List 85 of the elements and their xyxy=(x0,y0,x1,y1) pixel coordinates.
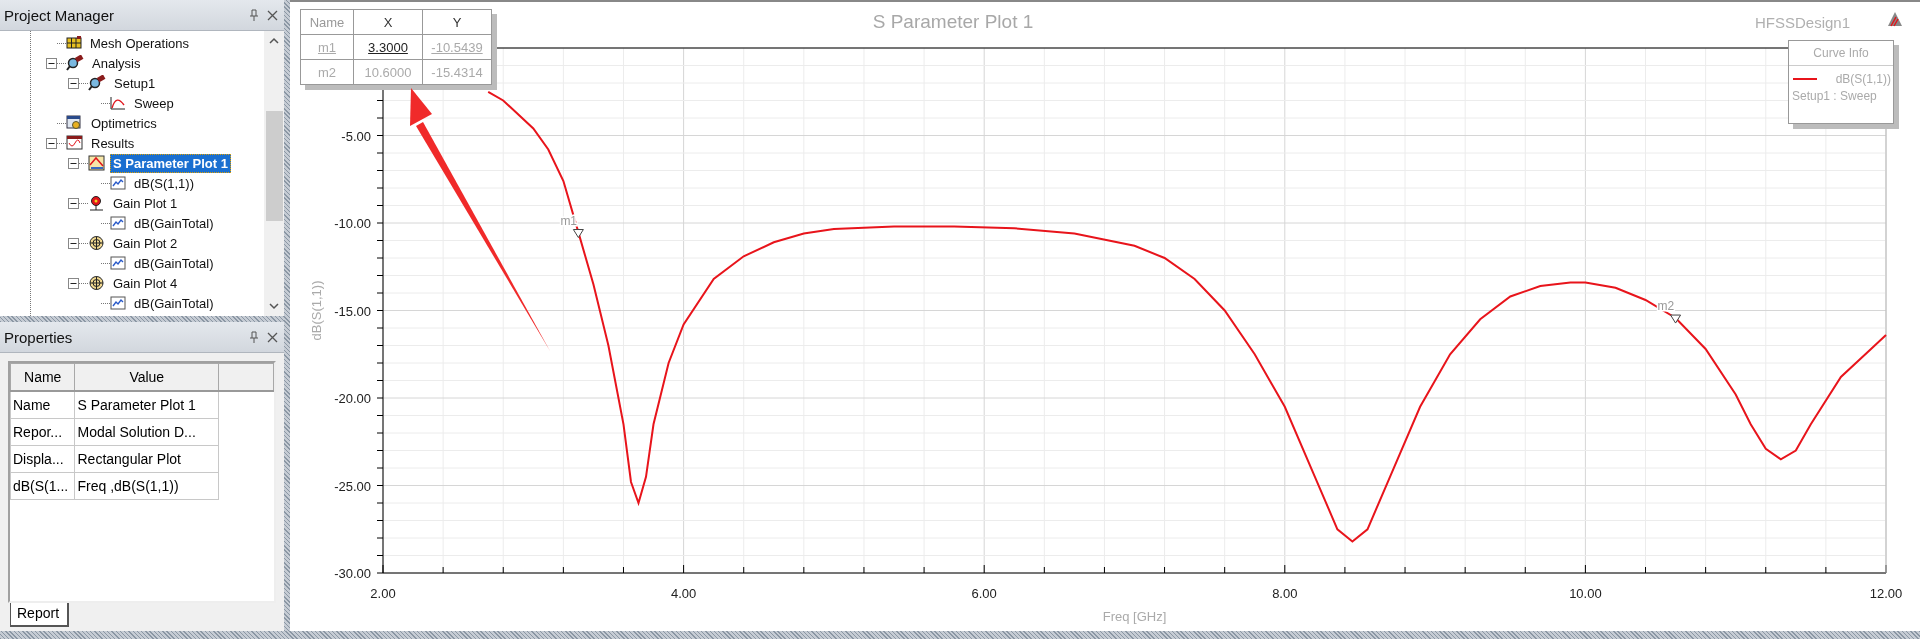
tick-label: -15.00 xyxy=(334,303,371,319)
table-cell: Name xyxy=(10,391,75,419)
tick-label: 2.00 xyxy=(370,586,396,601)
tick-label: 6.00 xyxy=(971,586,997,601)
panel-title: Properties xyxy=(4,328,74,346)
polar-grid-icon xyxy=(88,235,105,251)
marker-label: m2 xyxy=(1657,299,1675,314)
column-header[interactable]: Value xyxy=(75,363,219,391)
tree-item[interactable]: dB(GainTotal) xyxy=(131,213,217,233)
legend-title: Curve Info xyxy=(1789,41,1893,66)
tree-item[interactable]: Sweep xyxy=(131,93,177,113)
tick-label: -20.00 xyxy=(334,391,371,406)
table-cell: Repor... xyxy=(10,418,75,446)
design-name: HFSSDesign1 xyxy=(1754,14,1850,31)
collapse-icon[interactable] xyxy=(68,197,79,209)
tree-item[interactable]: Optimetrics xyxy=(88,113,160,133)
logo-icon xyxy=(1888,12,1902,27)
column-header[interactable]: Name xyxy=(10,363,75,391)
table-cell: 3.3000 xyxy=(353,34,423,60)
tick-label: -10.00 xyxy=(334,216,371,231)
tree-item[interactable]: Mesh Operations xyxy=(87,33,192,53)
table-cell: -15.4314 xyxy=(422,59,492,85)
marker-icon[interactable] xyxy=(1670,314,1682,324)
polar-grid-icon xyxy=(88,275,105,291)
tick-label: -25.00 xyxy=(334,478,371,494)
axis-title: dB(S(1,1)) xyxy=(309,280,324,341)
window-gear-icon xyxy=(66,115,83,131)
plot-icon xyxy=(88,155,105,171)
chart-title: S Parameter Plot 1 xyxy=(872,11,1034,32)
table-cell: Freq ,dB(S(1,1)) xyxy=(75,472,219,500)
legend-label: dB(S(1,1)) xyxy=(1835,72,1891,86)
collapse-icon[interactable] xyxy=(46,137,57,149)
collapse-icon[interactable] xyxy=(46,57,57,69)
close-icon[interactable] xyxy=(267,9,278,21)
trace-icon xyxy=(110,256,126,270)
collapse-icon[interactable] xyxy=(68,277,79,289)
table-cell: Displa... xyxy=(10,445,75,473)
table-cell: 10.6000 xyxy=(353,59,423,85)
trace-icon xyxy=(110,176,126,190)
table-cell: m2 xyxy=(300,59,354,85)
tick-label: 4.00 xyxy=(670,586,697,601)
table-cell: S Parameter Plot 1 xyxy=(75,391,219,419)
collapse-icon[interactable] xyxy=(68,77,79,89)
trace-icon xyxy=(110,216,126,230)
magnifier-icon xyxy=(66,55,84,71)
legend-label: Setup1 : Sweep xyxy=(1791,88,1878,103)
table-cell: m1 xyxy=(300,34,354,60)
table-cell: dB(S(1... xyxy=(10,472,75,500)
marker-icon[interactable] xyxy=(572,229,584,238)
chart-window-icon xyxy=(66,135,83,151)
tick-label: 12.00 xyxy=(1869,586,1903,601)
collapse-icon[interactable] xyxy=(68,157,79,169)
tab[interactable]: Report xyxy=(10,603,70,627)
table-cell: -10.5439 xyxy=(422,34,492,60)
legend-line xyxy=(1793,78,1817,80)
column-header: Y xyxy=(422,9,492,35)
tree-item[interactable]: Results xyxy=(88,133,138,153)
table-cell: Modal Solution D... xyxy=(75,418,219,446)
trace-icon xyxy=(110,296,126,310)
pin-icon[interactable] xyxy=(249,331,259,343)
tree-item[interactable]: dB(S(1,1)) xyxy=(131,173,197,193)
tick-label: 8.00 xyxy=(1272,586,1298,601)
tree-item[interactable]: Setup1 xyxy=(111,73,159,93)
tree-item[interactable]: dB(GainTotal) xyxy=(131,293,217,313)
close-icon[interactable] xyxy=(267,331,278,343)
column-header: X xyxy=(353,9,423,35)
tick-label: -30.00 xyxy=(334,566,371,581)
tree-item[interactable]: S Parameter Plot 1 xyxy=(110,153,231,173)
antenna-pattern-icon xyxy=(88,195,105,211)
column-header: Name xyxy=(300,9,354,35)
tree-item[interactable]: Gain Plot 2 xyxy=(110,233,181,253)
magnifier-icon xyxy=(88,75,106,91)
tick-label: -5.00 xyxy=(341,128,371,144)
tree-item[interactable]: Gain Plot 4 xyxy=(110,273,181,293)
tree-item[interactable]: Analysis xyxy=(89,53,144,73)
curve-icon xyxy=(110,96,126,110)
grid-icon xyxy=(66,36,82,50)
pin-icon[interactable] xyxy=(249,9,259,21)
axis-title: Freq [GHz] xyxy=(1102,609,1167,624)
tick-label: 10.00 xyxy=(1569,586,1602,601)
collapse-icon[interactable] xyxy=(68,237,79,249)
tree-item[interactable]: dB(GainTotal) xyxy=(131,253,217,273)
tree-item[interactable]: Gain Plot 1 xyxy=(110,193,181,213)
table-cell: Rectangular Plot xyxy=(75,445,219,473)
panel-title: Project Manager xyxy=(4,6,116,24)
